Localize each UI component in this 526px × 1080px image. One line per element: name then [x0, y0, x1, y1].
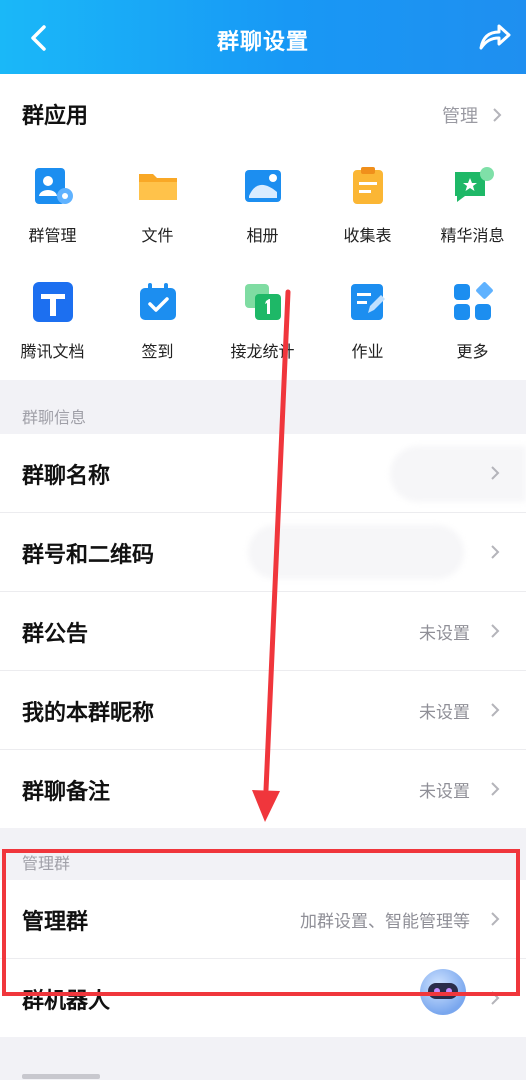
featured-message-icon: [454, 167, 494, 202]
app-label: 作业: [351, 342, 384, 361]
more-apps-icon: [453, 282, 493, 320]
collect-form-icon: [352, 167, 383, 204]
group-manage-icon: [34, 168, 73, 204]
group-apps-title: 群应用: [22, 104, 89, 129]
app-check-in[interactable]: 签到: [105, 280, 210, 362]
row-label: 群聊备注: [22, 780, 111, 805]
share-icon[interactable]: [478, 22, 512, 52]
chevron-right-icon: [491, 782, 500, 796]
row-value: 未设置: [419, 782, 470, 802]
app-relay-stats[interactable]: 接龙统计: [210, 280, 315, 362]
homework-icon: [350, 284, 385, 320]
app-label: 群管理: [28, 226, 77, 245]
row-label: 群聊名称: [22, 464, 111, 489]
app-more[interactable]: 更多: [420, 280, 525, 362]
group-info-list: 群聊名称 群号和二维码 群公告 未设置 我的本群昵称 未设置 群聊备注 未设置: [0, 434, 526, 828]
chevron-right-icon: [491, 466, 500, 480]
app-label: 精华消息: [440, 226, 505, 245]
chevron-right-icon: [491, 545, 500, 559]
app-label: 更多: [456, 342, 489, 361]
next-section-header-peek: [22, 1064, 102, 1080]
app-collect-form[interactable]: 收集表: [315, 164, 420, 246]
row-group-name[interactable]: 群聊名称: [0, 434, 526, 513]
app-label: 相册: [246, 226, 279, 245]
tencent-docs-icon: [32, 282, 73, 322]
app-homework[interactable]: 作业: [315, 280, 420, 362]
manage-apps-link[interactable]: 管理: [442, 102, 502, 128]
app-featured-messages[interactable]: 精华消息: [420, 164, 525, 246]
app-label: 文件: [141, 226, 174, 245]
section-header-group-info: 群聊信息: [22, 408, 87, 427]
app-files[interactable]: 文件: [105, 164, 210, 246]
group-apps-panel: 群应用 管理 群管理 文件 相册 收集表 精华消息 腾讯文档 签到 接龙统计 作…: [0, 74, 526, 380]
app-group-manage[interactable]: 群管理: [0, 164, 105, 246]
app-label: 接龙统计: [230, 342, 295, 361]
redacted-value: [390, 446, 526, 502]
check-in-icon: [139, 283, 176, 320]
app-label: 签到: [141, 342, 174, 361]
album-icon: [244, 170, 281, 202]
row-my-nickname[interactable]: 我的本群昵称 未设置: [0, 671, 526, 750]
row-group-announcement[interactable]: 群公告 未设置: [0, 592, 526, 671]
redacted-value: [248, 525, 464, 579]
page-title: 群聊设置: [216, 30, 309, 55]
row-group-remark[interactable]: 群聊备注 未设置: [0, 750, 526, 828]
chevron-right-icon: [491, 624, 500, 638]
chevron-right-icon: [491, 703, 500, 717]
app-tencent-docs[interactable]: 腾讯文档: [0, 280, 105, 362]
app-label: 收集表: [343, 226, 392, 245]
manage-label: 管理: [442, 106, 478, 127]
row-group-number-qrcode[interactable]: 群号和二维码: [0, 513, 526, 592]
chevron-right-icon: [493, 108, 502, 122]
row-value: 未设置: [419, 624, 470, 644]
relay-stats-icon: [244, 284, 281, 320]
app-label: 腾讯文档: [20, 342, 85, 361]
row-label: 我的本群昵称: [22, 701, 155, 726]
row-value: 未设置: [419, 703, 470, 723]
folder-icon: [138, 174, 177, 200]
app-album[interactable]: 相册: [210, 164, 315, 246]
row-label: 群公告: [22, 622, 89, 647]
top-bar: 群聊设置: [0, 0, 526, 74]
row-label: 群号和二维码: [22, 543, 155, 568]
highlight-box-annotation: [2, 849, 520, 996]
